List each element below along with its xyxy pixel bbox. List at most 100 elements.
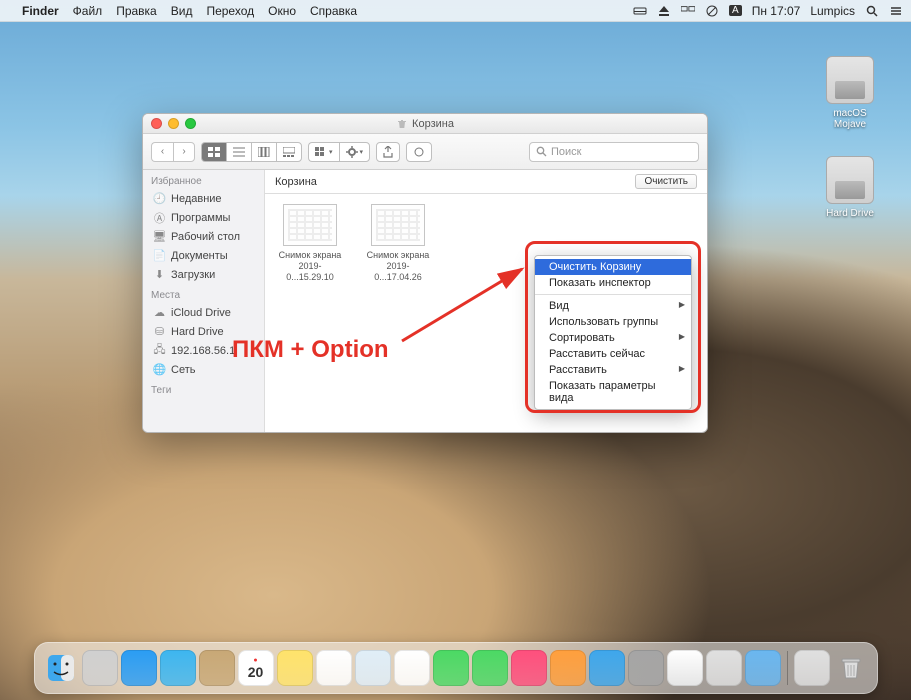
- spotlight-icon[interactable]: [865, 4, 879, 18]
- dock-itunes-icon[interactable]: [511, 650, 547, 686]
- sidebar-section-locations: Места: [143, 284, 264, 303]
- search-placeholder: Поиск: [551, 146, 581, 158]
- sidebar-item-recents[interactable]: 🕘Недавние: [143, 189, 264, 208]
- sidebar-section-tags: Теги: [143, 379, 264, 398]
- dock-ibooks-icon[interactable]: [550, 650, 586, 686]
- sidebar-item-downloads[interactable]: ⬇Загрузки: [143, 265, 264, 284]
- menu-separator: [535, 294, 691, 295]
- dock-terminal-icon[interactable]: [667, 650, 703, 686]
- dock: ●20: [34, 642, 878, 694]
- nav-back-button[interactable]: ‹: [151, 142, 173, 162]
- ctx-arrange[interactable]: Расставить: [535, 362, 691, 378]
- ctx-empty-trash[interactable]: Очистить Корзину: [535, 259, 691, 275]
- view-mode-selector: [201, 142, 302, 162]
- notification-center-icon[interactable]: [889, 4, 903, 18]
- dock-maps-icon[interactable]: [355, 650, 391, 686]
- share-button[interactable]: [376, 142, 400, 162]
- dock-launchpad-icon[interactable]: [82, 650, 118, 686]
- ctx-cleanup-now[interactable]: Расставить сейчас: [535, 346, 691, 362]
- documents-icon: 📄: [153, 249, 166, 262]
- sidebar-item-apps[interactable]: ⒶПрограммы: [143, 208, 264, 227]
- sidebar-item-icloud[interactable]: ☁iCloud Drive: [143, 303, 264, 322]
- view-column-button[interactable]: [251, 142, 276, 162]
- sidebar-item-desktop[interactable]: 🖥Рабочий стол: [143, 227, 264, 246]
- menu-go[interactable]: Переход: [206, 4, 254, 18]
- view-list-button[interactable]: [226, 142, 251, 162]
- dock-appstore-icon[interactable]: [589, 650, 625, 686]
- network-icon: 🌐: [153, 363, 166, 376]
- minimize-window-button[interactable]: [168, 118, 179, 129]
- annotation-text: ПКМ + Option: [232, 336, 389, 364]
- dock-facetime-icon[interactable]: [472, 650, 508, 686]
- ctx-view-options[interactable]: Показать параметры вида: [535, 378, 691, 406]
- apps-icon: Ⓐ: [153, 211, 166, 224]
- dock-utility2-icon[interactable]: [745, 650, 781, 686]
- menu-view[interactable]: Вид: [171, 4, 193, 18]
- disk-icon: [826, 56, 874, 104]
- trash-title-icon: [396, 118, 408, 130]
- menubar-user[interactable]: Lumpics: [810, 4, 855, 18]
- disk-menubar-icon[interactable]: [633, 4, 647, 18]
- view-icon-button[interactable]: [201, 142, 226, 162]
- context-menu: Очистить Корзину Показать инспектор Вид …: [534, 255, 692, 410]
- dock-messages-icon[interactable]: [433, 650, 469, 686]
- dock-utility1-icon[interactable]: [706, 650, 742, 686]
- cloud-icon: ☁: [153, 306, 166, 319]
- dock-safari-icon[interactable]: [121, 650, 157, 686]
- downloads-icon: ⬇: [153, 268, 166, 281]
- window-titlebar[interactable]: Корзина: [143, 114, 707, 134]
- dock-notes-icon[interactable]: [277, 650, 313, 686]
- close-window-button[interactable]: [151, 118, 162, 129]
- menubar-clock[interactable]: Пн 17:07: [752, 4, 801, 18]
- dock-photos-icon[interactable]: [394, 650, 430, 686]
- dock-mail-icon[interactable]: [160, 650, 196, 686]
- menu-file[interactable]: Файл: [73, 4, 103, 18]
- view-gallery-button[interactable]: [276, 142, 302, 162]
- menubar: Finder Файл Правка Вид Переход Окно Спра…: [0, 0, 911, 22]
- input-source-badge[interactable]: A: [729, 5, 742, 16]
- nav-forward-button[interactable]: ›: [173, 142, 195, 162]
- menu-edit[interactable]: Правка: [116, 4, 157, 18]
- ctx-sort[interactable]: Сортировать: [535, 330, 691, 346]
- eject-menubar-icon[interactable]: [657, 4, 671, 18]
- ctx-show-inspector[interactable]: Показать инспектор: [535, 275, 691, 291]
- dock-separator: [787, 651, 788, 685]
- dock-reminders-icon[interactable]: [316, 650, 352, 686]
- display-menubar-icon[interactable]: [681, 4, 695, 18]
- zoom-window-button[interactable]: [185, 118, 196, 129]
- search-icon: [536, 146, 547, 157]
- window-title: Корзина: [412, 118, 454, 130]
- tags-button[interactable]: [406, 142, 432, 162]
- dock-downloads-stack-icon[interactable]: [794, 650, 830, 686]
- dock-trash-icon[interactable]: [833, 650, 869, 686]
- screenshot-thumbnail-icon: [283, 204, 337, 246]
- sidebar-item-documents[interactable]: 📄Документы: [143, 246, 264, 265]
- file-item[interactable]: Снимок экрана2019-0...17.04.26: [363, 204, 433, 282]
- server-icon: 🖧: [153, 344, 166, 357]
- dock-calendar-icon[interactable]: ●20: [238, 650, 274, 686]
- search-field[interactable]: Поиск: [529, 142, 699, 162]
- menu-window[interactable]: Окно: [268, 4, 296, 18]
- location-label: Корзина: [275, 176, 317, 188]
- disk-icon: [826, 156, 874, 204]
- location-bar: Корзина Очистить: [265, 170, 707, 194]
- dock-preferences-icon[interactable]: [628, 650, 664, 686]
- action-button[interactable]: ▾: [339, 142, 371, 162]
- app-menu[interactable]: Finder: [22, 4, 59, 18]
- drive-label: macOS Mojave: [833, 108, 866, 130]
- file-item[interactable]: Снимок экрана2019-0...15.29.10: [275, 204, 345, 282]
- arrange-button[interactable]: ▾: [308, 142, 339, 162]
- screenshot-thumbnail-icon: [371, 204, 425, 246]
- desktop-drive-mojave[interactable]: macOS Mojave: [819, 56, 881, 130]
- dock-contacts-icon[interactable]: [199, 650, 235, 686]
- ctx-use-groups[interactable]: Использовать группы: [535, 314, 691, 330]
- drive-label: Hard Drive: [826, 208, 874, 219]
- sidebar-section-favorites: Избранное: [143, 170, 264, 189]
- dnd-menubar-icon[interactable]: [705, 4, 719, 18]
- desktop-drive-hard[interactable]: Hard Drive: [819, 156, 881, 219]
- dock-finder-icon[interactable]: [43, 650, 79, 686]
- menu-help[interactable]: Справка: [310, 4, 357, 18]
- empty-trash-button[interactable]: Очистить: [635, 174, 697, 189]
- ctx-view[interactable]: Вид: [535, 298, 691, 314]
- finder-sidebar: Избранное 🕘Недавние ⒶПрограммы 🖥Рабочий …: [143, 170, 265, 432]
